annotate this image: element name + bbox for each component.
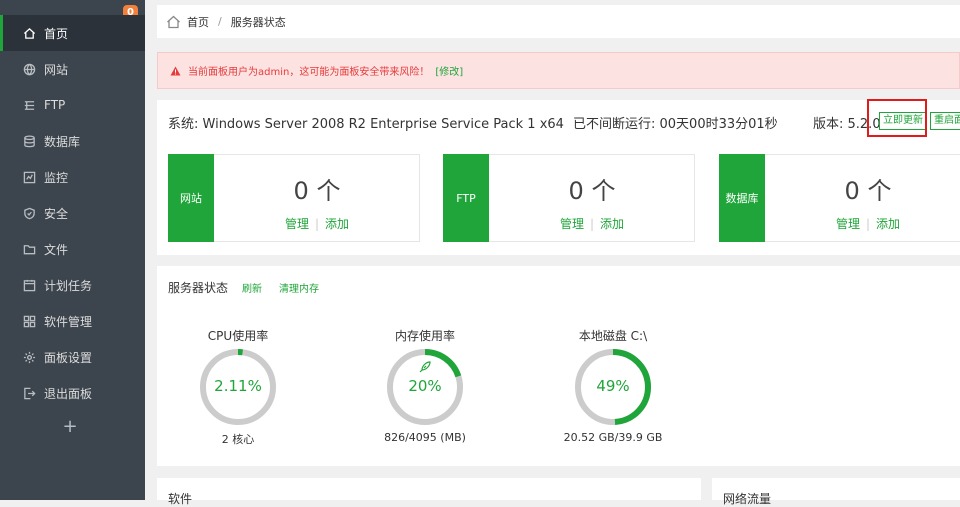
sidebar-item-label: 监控 — [44, 170, 69, 185]
clear-memory-link[interactable]: 清理内存 — [279, 280, 319, 295]
add-link[interactable]: 添加 — [600, 217, 624, 231]
sidebar-item-label: 数据库 — [44, 134, 81, 149]
stat-card-ftp: FTP 0 个 管理 | 添加 — [443, 154, 695, 242]
sidebar-item-settings[interactable]: 面板设置 — [0, 339, 145, 375]
breadcrumb-current: 服务器状态 — [230, 15, 286, 29]
home-icon — [22, 26, 36, 40]
folder-icon — [22, 242, 36, 256]
sidebar-item-ftp[interactable]: FTP — [0, 87, 145, 123]
gauge-title: CPU使用率 — [207, 329, 269, 343]
gauge-value: 20% — [408, 377, 442, 395]
manage-link[interactable]: 管理 — [560, 217, 584, 231]
security-alert: 当前面板用户为admin，这可能为面板安全带来风险！ [修改] — [157, 52, 960, 89]
sidebar-item-label: 软件管理 — [44, 314, 93, 329]
warning-icon — [170, 66, 181, 76]
stat-tag: 网站 — [168, 154, 214, 242]
stat-tag: 数据库 — [719, 154, 765, 242]
gauge-subtitle: 20.52 GB/39.9 GB — [563, 431, 663, 444]
restart-panel-button[interactable]: 重启面 — [930, 112, 960, 130]
link-divider: | — [314, 217, 320, 231]
stat-count: 0 个 — [844, 177, 892, 205]
sidebar-item-cron[interactable]: 计划任务 — [0, 267, 145, 303]
gauge-title: 本地磁盘 C:\ — [578, 329, 648, 343]
breadcrumb: 首页 / 服务器状态 — [157, 5, 960, 38]
manage-link[interactable]: 管理 — [285, 217, 309, 231]
sidebar-item-files[interactable]: 文件 — [0, 231, 145, 267]
gauge-value: 2.11% — [214, 377, 262, 395]
update-button-highlight — [867, 99, 927, 137]
sidebar-item-monitor[interactable]: 监控 — [0, 159, 145, 195]
sidebar-item-label: 文件 — [44, 242, 69, 257]
sidebar-item-label: 面板设置 — [44, 350, 93, 365]
breadcrumb-separator: / — [218, 15, 222, 28]
home-icon[interactable] — [166, 15, 181, 29]
alert-text: 当前面板用户为admin，这可能为面板安全带来风险！ — [188, 67, 430, 78]
link-divider: | — [589, 217, 595, 231]
database-icon — [22, 134, 36, 148]
clock-icon — [22, 278, 36, 292]
network-panel: 网络流量 — [712, 478, 960, 506]
sidebar-item-database[interactable]: 数据库 — [0, 123, 145, 159]
rocket-icon — [418, 359, 432, 378]
network-panel-title: 网络流量 — [723, 492, 772, 506]
server-status-title: 服务器状态 — [168, 281, 229, 295]
sidebar-item-label: 安全 — [44, 206, 69, 221]
stat-tag: FTP — [443, 154, 489, 242]
stat-links: 管理 | 添加 — [490, 215, 694, 232]
memory-gauge[interactable]: 内存使用率 20% 826/4095 (MB) — [360, 323, 490, 453]
alert-fix-link[interactable]: [修改] — [435, 63, 463, 78]
stat-card-database: 数据库 0 个 管理 | 添加 — [719, 154, 960, 242]
gear-icon — [22, 350, 36, 364]
sidebar-item-security[interactable]: 安全 — [0, 195, 145, 231]
sidebar-item-label: 计划任务 — [44, 278, 93, 293]
shield-icon — [22, 206, 36, 220]
add-link[interactable]: 添加 — [876, 217, 900, 231]
sidebar-item-software[interactable]: 软件管理 — [0, 303, 145, 339]
add-button[interactable]: + — [62, 417, 78, 437]
stats-row: 网站 0 个 管理 | 添加 FTP 0 个 管理 | 添加 数据库 0 个 管理 | 添加 — [157, 140, 960, 255]
add-link[interactable]: 添加 — [325, 217, 349, 231]
apps-icon — [22, 314, 36, 328]
sidebar-item-website[interactable]: 网站 — [0, 51, 145, 87]
gauge-title: 内存使用率 — [394, 329, 455, 343]
cpu-gauge[interactable]: CPU使用率 2.11% 2 核心 — [173, 323, 303, 453]
link-divider: | — [865, 217, 871, 231]
stat-card-website: 网站 0 个 管理 | 添加 — [168, 154, 420, 242]
refresh-link[interactable]: 刷新 — [242, 280, 262, 295]
gauge-value: 49% — [596, 377, 630, 395]
stat-links: 管理 | 添加 — [215, 215, 419, 232]
system-info-bar: 系统: Windows Server 2008 R2 Enterprise Se… — [157, 100, 960, 140]
server-status-panel: 服务器状态 刷新 清理内存 CPU使用率 2.11% 2 核心 内存使用率 20… — [157, 266, 960, 466]
sidebar-item-label: 退出面板 — [44, 386, 93, 401]
sidebar-item-home[interactable]: 首页 — [0, 15, 145, 51]
sidebar-item-logout[interactable]: 退出面板 — [0, 375, 145, 411]
system-uptime: 已不间断运行: 00天00时33分01秒 — [573, 117, 778, 132]
logout-icon — [22, 386, 36, 400]
disk-gauge[interactable]: 本地磁盘 C:\ 49% 20.52 GB/39.9 GB — [548, 323, 678, 453]
monitor-icon — [22, 170, 36, 184]
sidebar-item-label: FTP — [44, 98, 66, 112]
sidebar-item-label: 网站 — [44, 62, 69, 77]
ftp-icon — [22, 98, 36, 112]
stat-count: 0 个 — [293, 177, 341, 205]
gauge-subtitle: 2 核心 — [221, 433, 255, 446]
software-panel-title: 软件 — [168, 492, 193, 506]
sidebar-item-label: 首页 — [44, 26, 69, 41]
stat-links: 管理 | 添加 — [766, 215, 960, 232]
sidebar: 0 首页 网站 FTP 数据库 监控 安全 文件 计划任务 软件管理 面板设置 — [0, 0, 145, 500]
system-os: 系统: Windows Server 2008 R2 Enterprise Se… — [168, 117, 564, 132]
breadcrumb-home[interactable]: 首页 — [187, 14, 209, 30]
globe-icon — [22, 62, 36, 76]
manage-link[interactable]: 管理 — [836, 217, 860, 231]
stat-count: 0 个 — [568, 177, 616, 205]
gauge-subtitle: 826/4095 (MB) — [384, 431, 466, 444]
software-panel: 软件 — [157, 478, 701, 506]
